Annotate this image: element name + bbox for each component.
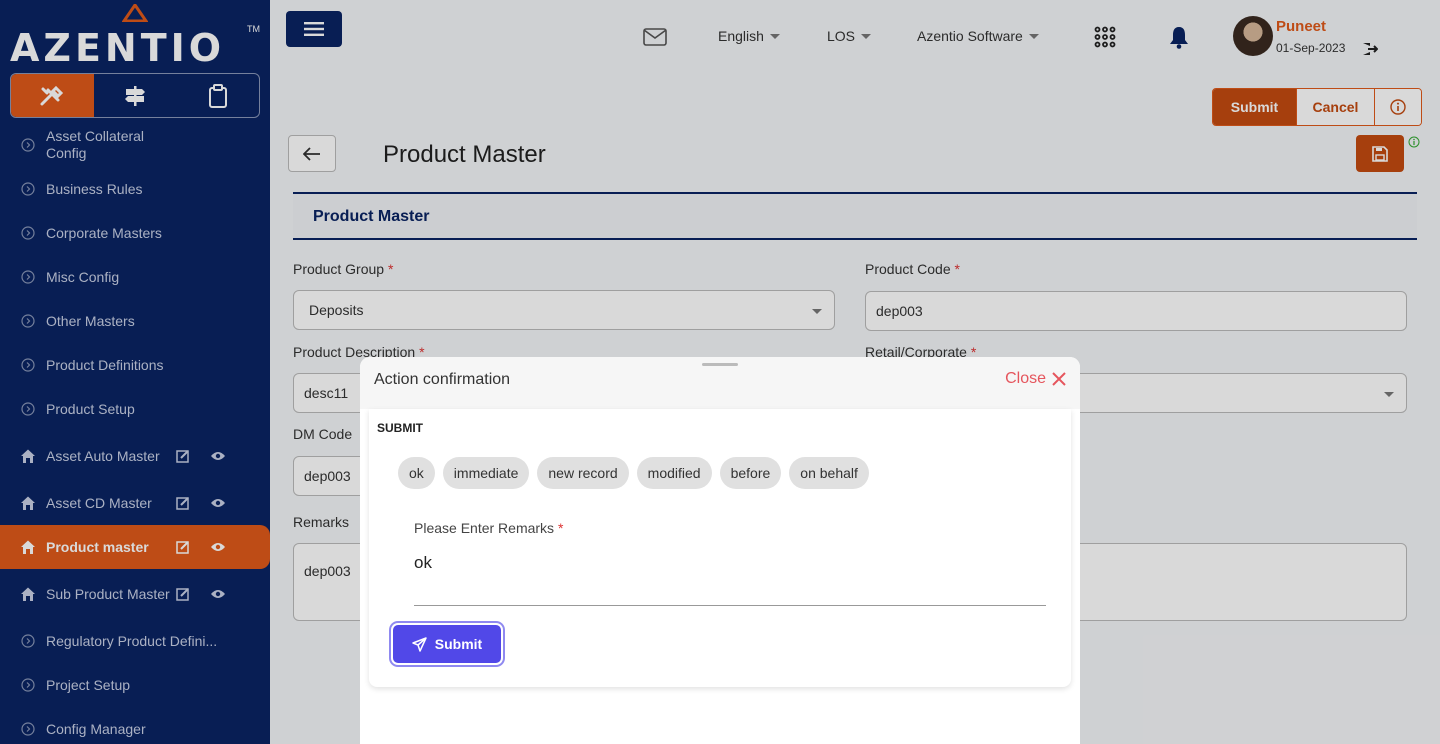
chip-new-record[interactable]: new record [537,457,629,489]
remarks-underline [414,605,1046,606]
chip-on-behalf[interactable]: on behalf [789,457,869,489]
close-icon [1052,372,1066,386]
modal-submit-label: Submit [434,636,483,652]
chip-ok[interactable]: ok [398,457,435,489]
chip-immediate[interactable]: immediate [442,457,530,489]
action-confirmation-modal: Action confirmation Close SUBMIT ok imme… [360,357,1080,744]
send-icon [412,636,427,652]
remark-chips: ok immediate new record modified before … [398,457,869,489]
close-button[interactable]: Close [1005,370,1066,388]
chip-before[interactable]: before [719,457,782,489]
remarks-input[interactable]: ok [414,553,432,573]
modal-header: Action confirmation Close [360,357,1080,409]
modal-submit-button[interactable]: Submit [393,625,501,663]
drag-handle[interactable] [702,363,738,366]
modal-subtitle: SUBMIT [377,421,423,435]
modal-title: Action confirmation [374,371,511,388]
chip-modified[interactable]: modified [636,457,712,489]
close-label: Close [1005,370,1046,387]
modal-body: SUBMIT ok immediate new record modified … [369,409,1071,687]
remarks-input-label: Please Enter Remarks * [414,520,564,536]
